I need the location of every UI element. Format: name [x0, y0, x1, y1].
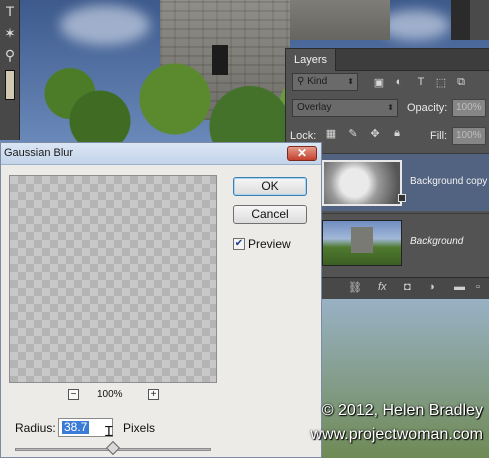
zoom-level: 100%	[97, 389, 123, 400]
sky-cloud	[380, 10, 450, 40]
custom-shape-tool-icon[interactable]: ✶	[0, 22, 20, 44]
filter-pixel-icon[interactable]: ▣	[372, 76, 386, 89]
zoom-in-button[interactable]: +	[148, 389, 159, 400]
preview-zoom-controls: − 100% +	[9, 389, 217, 403]
copyright-watermark: © 2012, Helen Bradley	[321, 402, 483, 419]
filter-shape-icon[interactable]: ⬚	[434, 76, 448, 89]
select-arrows-icon: ⬍	[387, 103, 394, 112]
lock-pixels-icon[interactable]: ✎	[346, 127, 360, 140]
blend-mode-value: Overlay	[297, 102, 332, 113]
foreground-color-swatch[interactable]	[5, 70, 15, 100]
select-arrows-icon: ⬍	[347, 77, 354, 86]
blend-mode-select[interactable]: Overlay ⬍	[292, 99, 398, 117]
link-icon[interactable]: ⛓	[348, 281, 362, 294]
close-icon: ✕	[296, 146, 308, 160]
lock-transparent-icon[interactable]: ▦	[324, 127, 338, 140]
website-watermark: www.projectwoman.com	[310, 426, 484, 443]
radius-value: 38.7	[62, 420, 90, 434]
dialog-title: Gaussian Blur	[4, 147, 74, 159]
opacity-field[interactable]: 100%	[452, 99, 486, 117]
layers-panel-tabs: Layers	[286, 49, 489, 71]
layer-filter-row: ⚲ Kind ⬍ ▣ ◐ T ⬚ ⧉	[286, 73, 489, 97]
lock-all-icon[interactable]: 🔒︎	[390, 127, 404, 140]
mask-icon[interactable]: ◘	[404, 281, 411, 293]
fill-field[interactable]: 100%	[452, 127, 486, 145]
opacity-label: Opacity:	[407, 102, 448, 114]
filter-type-icon[interactable]: T	[414, 76, 428, 88]
radius-slider-thumb[interactable]	[105, 440, 121, 456]
ok-button[interactable]: OK	[233, 177, 307, 196]
fill-label: Fill:	[430, 130, 448, 142]
checkmark-icon: ✔	[234, 238, 244, 249]
filter-adjustment-icon[interactable]: ◐	[392, 76, 406, 88]
blur-preview[interactable]	[9, 175, 217, 383]
castle-wall-image	[290, 0, 390, 40]
layer-name: Background	[410, 236, 464, 247]
layer-name: Background copy	[410, 176, 488, 187]
layer-thumbnail	[322, 160, 402, 206]
filter-smart-object-icon[interactable]: ⧉	[454, 76, 468, 89]
filter-kind-select[interactable]: ⚲ Kind ⬍	[292, 73, 358, 91]
dialog-titlebar: Gaussian Blur ✕	[1, 143, 321, 165]
panel-dock-edge	[470, 0, 489, 40]
layer-thumbnail	[322, 220, 402, 266]
tab-layers[interactable]: Layers	[286, 49, 337, 71]
folder-icon[interactable]: ▬	[454, 281, 465, 293]
radius-unit-label: Pixels	[123, 421, 156, 435]
sky-cloud	[60, 5, 150, 45]
text-cursor-icon: Ɪ	[105, 423, 113, 439]
cancel-button[interactable]: Cancel	[233, 205, 307, 224]
lock-position-icon[interactable]: ✥	[368, 127, 382, 140]
adjustment-icon[interactable]: ◑	[428, 281, 435, 293]
zoom-tool-icon[interactable]: ⚲	[0, 44, 20, 66]
filter-kind-value: Kind	[307, 76, 328, 87]
preview-checkbox[interactable]: ✔	[233, 238, 245, 250]
gaussian-blur-dialog: Gaussian Blur ✕ − 100% + OK Cancel ✔ Pre…	[0, 142, 322, 458]
radius-label: Radius:	[15, 421, 56, 435]
preview-label: Preview	[248, 237, 291, 251]
close-button[interactable]: ✕	[287, 146, 317, 161]
new-layer-icon[interactable]: ▫	[476, 281, 480, 293]
tools-panel: T ✶ ⚲	[0, 0, 20, 140]
zoom-out-button[interactable]: −	[68, 389, 79, 400]
type-tool-icon[interactable]: T	[0, 0, 20, 22]
blend-row: Overlay ⬍ Opacity: 100%	[286, 99, 489, 123]
search-icon: ⚲	[297, 76, 308, 87]
smart-object-icon	[398, 194, 406, 202]
fx-icon[interactable]: fx	[378, 281, 387, 293]
